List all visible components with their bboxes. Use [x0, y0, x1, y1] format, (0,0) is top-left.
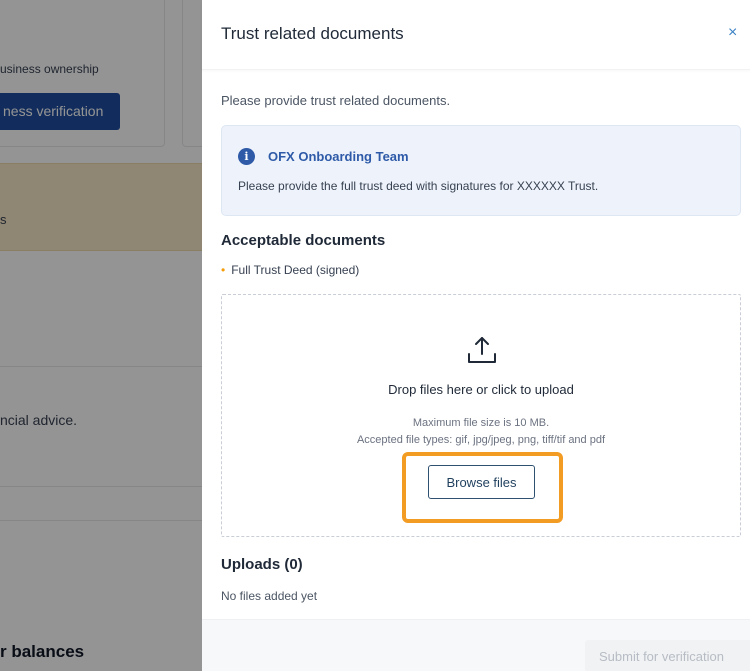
uploads-title: Uploads (0) — [221, 556, 303, 573]
notice-title: OFX Onboarding Team — [268, 149, 409, 164]
browse-files-button[interactable]: Browse files — [428, 465, 535, 499]
background-page: usiness ownership ness verification s nc… — [0, 0, 202, 671]
close-icon[interactable]: × — [728, 24, 737, 42]
modal-overlay[interactable] — [0, 0, 202, 671]
onboarding-notice: i OFX Onboarding Team Please provide the… — [221, 125, 741, 216]
bullet-icon: • — [221, 263, 226, 277]
notice-body: Please provide the full trust deed with … — [238, 179, 599, 193]
submit-for-verification-button[interactable]: Submit for verification — [585, 640, 750, 671]
dropzone-file-types: Accepted file types: gif, jpg/jpeg, png,… — [356, 434, 606, 446]
drawer-header: Trust related documents × — [202, 0, 750, 70]
drawer-intro-text: Please provide trust related documents. — [221, 93, 451, 108]
drawer-title: Trust related documents — [221, 24, 404, 43]
upload-icon — [468, 337, 496, 363]
info-icon: i — [238, 148, 255, 165]
acceptable-document-label: Full Trust Deed (signed) — [231, 263, 360, 277]
acceptable-documents-title: Acceptable documents — [221, 232, 386, 249]
uploads-empty-text: No files added yet — [221, 589, 318, 603]
dropzone-max-size: Maximum file size is 10 MB. — [412, 417, 550, 429]
acceptable-document-item: • Full Trust Deed (signed) — [221, 263, 359, 277]
trust-documents-drawer: Trust related documents × Please provide… — [202, 0, 750, 671]
dropzone-main-text: Drop files here or click to upload — [388, 382, 574, 397]
file-dropzone[interactable]: Drop files here or click to upload Maxim… — [221, 294, 741, 537]
drawer-footer: Submit for verification — [202, 619, 750, 671]
